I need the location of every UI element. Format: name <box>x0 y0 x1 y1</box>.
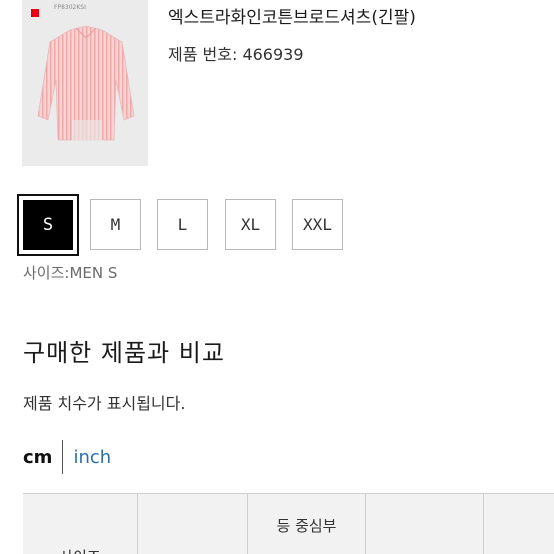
size-option-label: XL <box>240 215 261 234</box>
size-option-label: XXL <box>303 215 332 234</box>
header-label: 사이즈 <box>23 546 137 554</box>
compare-section-title: 구매한 제품과 비교 <box>23 339 225 367</box>
table-header-cell <box>366 494 484 554</box>
size-option-m[interactable]: M <box>90 199 141 250</box>
size-comparison-table: 사이즈 등 중심부 <box>23 493 554 554</box>
product-number: 제품 번호: 466939 <box>168 45 304 64</box>
product-thumbnail[interactable]: FP8302KSI <box>22 0 148 166</box>
compare-section-description: 제품 치수가 표시됩니다. <box>23 394 186 413</box>
table-header-cell: 등 중심부 <box>248 494 366 554</box>
size-option-label: M <box>110 215 121 234</box>
size-option-label: S <box>23 200 73 250</box>
selected-size-caption: 사이즈:MEN S <box>23 264 118 282</box>
product-name: 엑스트라화인코튼브로드셔츠(긴팔) <box>168 8 416 28</box>
size-option-l[interactable]: L <box>157 199 208 250</box>
table-header-cell: 사이즈 <box>23 494 138 554</box>
shirt-image <box>37 25 135 142</box>
size-option-xxl[interactable]: XXL <box>292 199 343 250</box>
unit-toggle: cm inch <box>23 440 111 474</box>
unit-inch-button[interactable]: inch <box>63 447 111 468</box>
size-option-xl[interactable]: XL <box>225 199 276 250</box>
table-header-cell <box>484 494 554 554</box>
unit-cm-button[interactable]: cm <box>23 447 62 468</box>
brand-logo-icon <box>31 9 39 17</box>
size-option-label: L <box>177 215 188 234</box>
table-header-cell <box>138 494 248 554</box>
header-label: 등 중심부 <box>276 517 337 535</box>
size-option-s[interactable]: S <box>17 194 79 256</box>
thumbnail-caption: FP8302KSI <box>54 4 86 11</box>
